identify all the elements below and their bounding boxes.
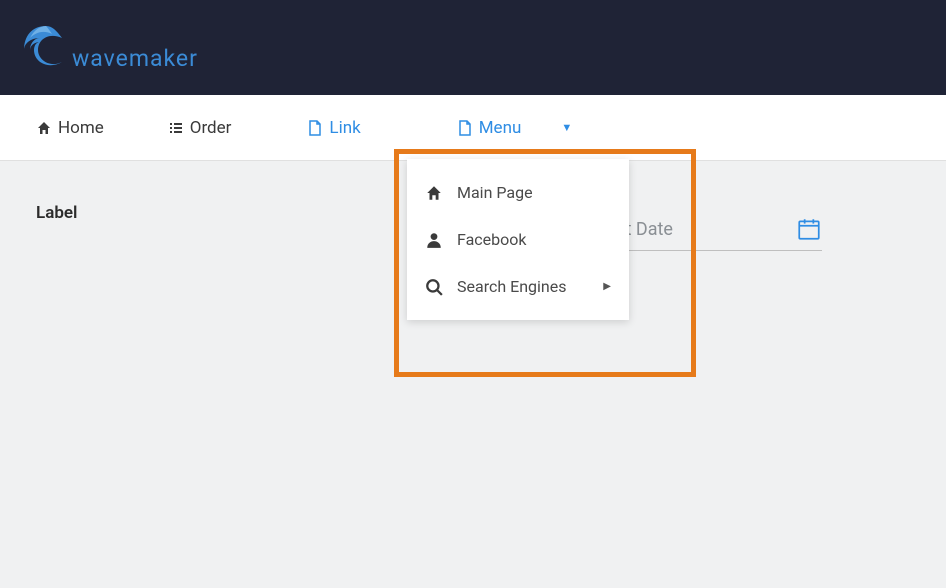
list-icon xyxy=(168,120,184,136)
chevron-right-icon: ▶ xyxy=(603,281,611,292)
nav-menu[interactable]: Menu ▼ xyxy=(439,95,591,160)
brand-name: wavemaker xyxy=(72,45,198,72)
app-header: wavemaker xyxy=(0,0,946,95)
nav-home[interactable]: Home xyxy=(18,95,122,160)
nav-menu-label: Menu xyxy=(479,118,522,138)
menu-item-label: Search Engines xyxy=(457,277,567,296)
file-icon xyxy=(307,120,323,136)
menu-item-main-page[interactable]: Main Page xyxy=(407,169,629,216)
home-icon xyxy=(36,120,52,136)
caret-down-icon: ▼ xyxy=(561,121,572,134)
brand-logo: wavemaker xyxy=(18,20,198,76)
nav-link-label: Link xyxy=(329,118,360,138)
nav-home-label: Home xyxy=(58,118,104,138)
menu-item-search-engines[interactable]: Search Engines ▶ xyxy=(407,263,629,310)
nav-order[interactable]: Order xyxy=(150,95,250,160)
user-icon xyxy=(425,231,443,249)
menu-item-label: Main Page xyxy=(457,183,533,202)
calendar-icon xyxy=(796,216,822,242)
file-icon xyxy=(457,120,473,136)
nav-link[interactable]: Link xyxy=(289,95,378,160)
menu-dropdown: Main Page Facebook Search Engines ▶ xyxy=(407,159,629,320)
form-label: Label xyxy=(36,203,77,223)
search-icon xyxy=(425,278,443,296)
wave-icon xyxy=(18,20,74,76)
home-icon xyxy=(425,184,443,202)
content-area: Label Select Date Main Page Facebook Sea… xyxy=(0,161,946,241)
menu-item-label: Facebook xyxy=(457,230,526,249)
menu-item-facebook[interactable]: Facebook xyxy=(407,216,629,263)
nav-bar: Home Order Link Menu ▼ xyxy=(0,95,946,161)
nav-order-label: Order xyxy=(190,118,232,138)
